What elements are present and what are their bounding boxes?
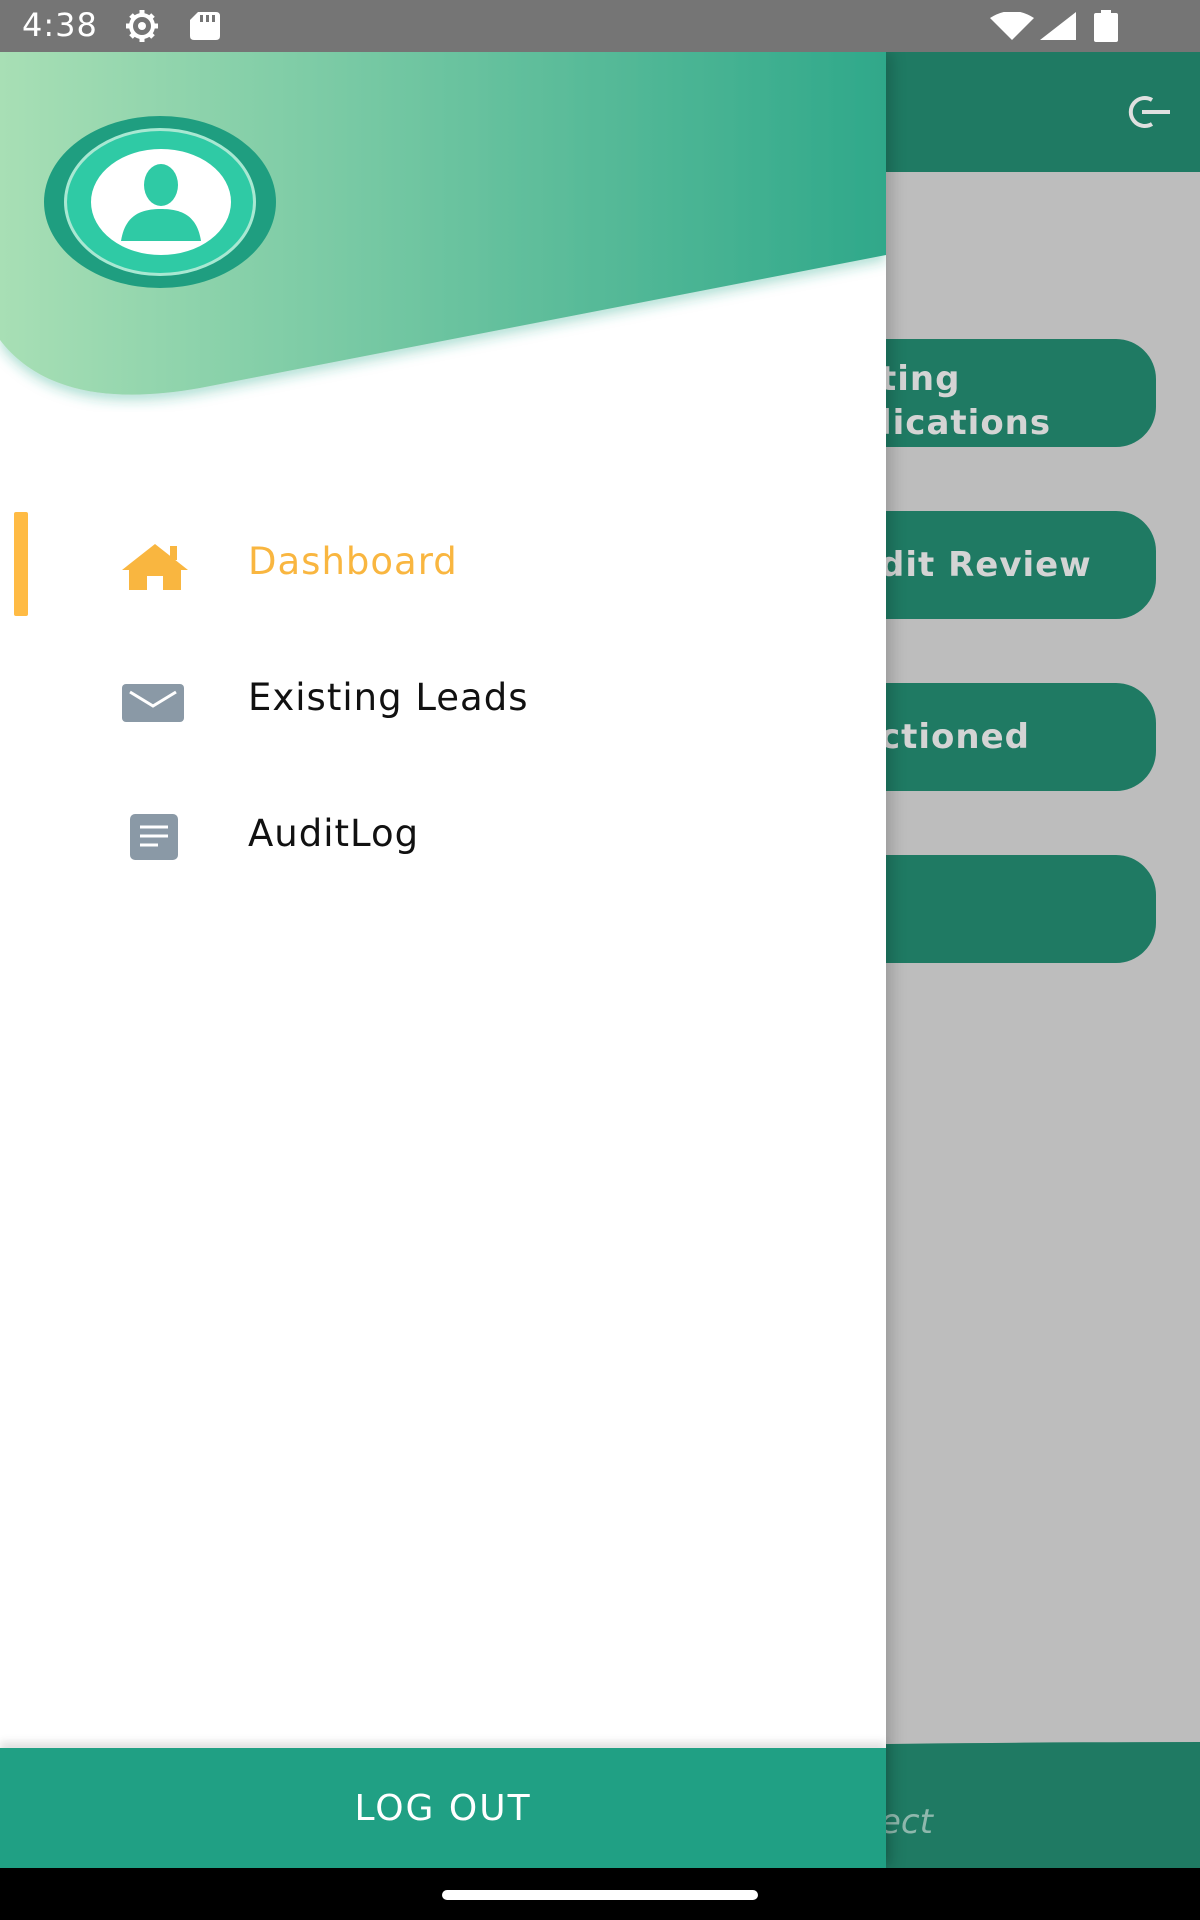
sd-card-icon [190,12,220,40]
menu-item-label: AuditLog [248,812,420,855]
mail-icon [122,684,184,722]
menu-item-label: Existing Leads [248,676,529,719]
wifi-icon [990,12,1034,40]
status-bar: 4:38 [0,0,1200,52]
avatar-ring [64,128,256,276]
background-footer-text: ect [880,1802,933,1842]
logout-button[interactable]: LOG OUT [0,1748,886,1868]
cell-signal-icon [1040,12,1076,40]
home-icon [122,544,188,590]
menu-item-auditlog[interactable]: AuditLog [0,784,886,894]
user-avatar-icon [121,164,201,241]
battery-icon [1094,10,1118,42]
navigation-drawer: Dashboard Existing Leads AuditLog LOG OU… [0,52,886,1868]
avatar-face [91,149,231,255]
home-gesture-handle[interactable] [442,1890,758,1900]
menu-item-label: Dashboard [248,540,458,583]
menu-item-existing-leads[interactable]: Existing Leads [0,648,886,758]
system-navigation-bar [0,1868,1200,1920]
settings-gear-icon [126,10,158,42]
background-card-label: dit Review [880,545,1092,585]
menu-item-dashboard[interactable]: Dashboard [0,512,886,622]
active-indicator [14,512,28,616]
background-card-label: ctioned [880,717,1031,757]
document-icon [130,814,178,860]
background-card-label: ting lications [880,359,1052,443]
user-avatar[interactable] [44,116,276,288]
logout-icon[interactable] [1122,92,1172,132]
status-time: 4:38 [22,6,98,44]
screen: ting lications dit Review ctioned ect Da… [0,0,1200,1920]
